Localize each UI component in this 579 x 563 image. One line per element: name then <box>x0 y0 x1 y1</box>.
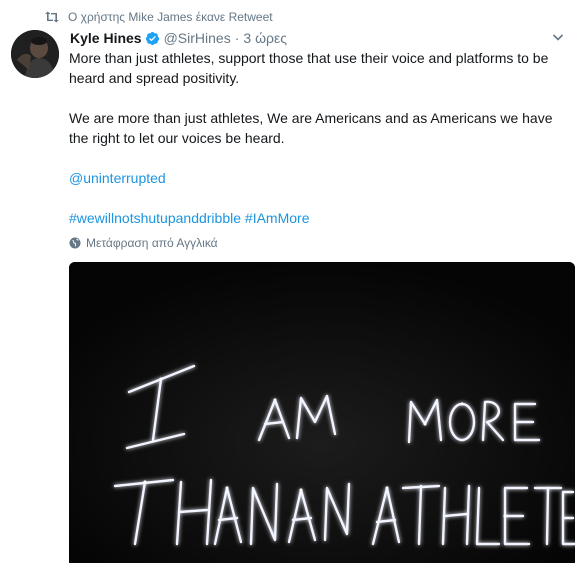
avatar[interactable] <box>11 30 59 78</box>
translate-link[interactable]: Μετάφραση από Αγγλικά <box>69 234 218 252</box>
neon-sign-photo <box>69 262 575 563</box>
tweet-media-image[interactable] <box>69 262 575 563</box>
retweet-context-text[interactable]: Ο χρήστης Mike James έκανε Retweet <box>68 10 273 24</box>
mention-link[interactable]: @uninterrupted <box>69 170 166 186</box>
verified-badge-icon <box>145 31 160 46</box>
hashtag-link-iammore[interactable]: #IAmMore <box>245 210 310 226</box>
hashtag-link-wewillnotshutupanddribble[interactable]: #wewillnotshutupanddribble <box>69 210 241 226</box>
tweet[interactable]: Ο χρήστης Mike James έκανε Retweet Kyle … <box>0 0 579 563</box>
tweet-timestamp[interactable]: 3 ώρες <box>243 30 287 46</box>
chevron-down-icon[interactable] <box>551 30 565 44</box>
translate-label[interactable]: Μετάφραση από Αγγλικά <box>86 236 218 250</box>
retweet-icon <box>44 10 60 24</box>
globe-icon <box>69 237 81 249</box>
header-separator: · <box>234 30 240 46</box>
tweet-paragraph-1: More than just athletes, support those t… <box>69 50 549 86</box>
author-fullname[interactable]: Kyle Hines <box>70 30 142 46</box>
author-screenname[interactable]: @SirHines <box>164 30 231 46</box>
tweet-paragraph-2: We are more than just athletes, We are A… <box>69 110 553 146</box>
tweet-text: More than just athletes, support those t… <box>69 48 569 228</box>
retweet-context: Ο χρήστης Mike James έκανε Retweet <box>44 8 273 26</box>
tweet-header: Kyle Hines @SirHines · 3 ώρες <box>70 28 569 48</box>
